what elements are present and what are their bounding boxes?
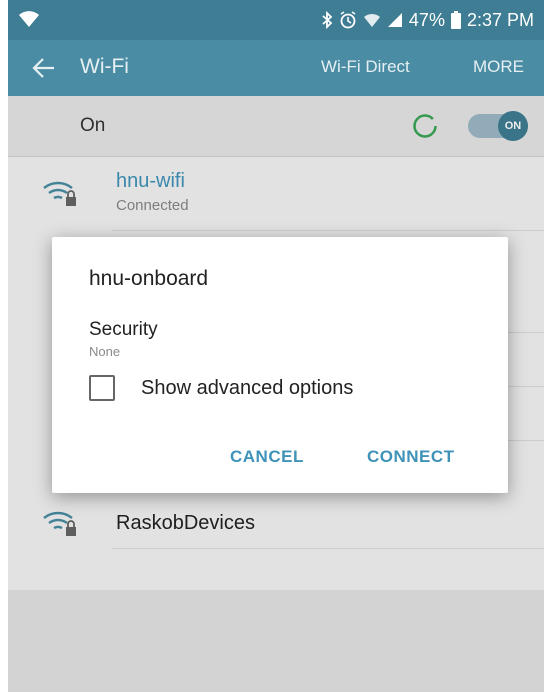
security-label: Security: [89, 319, 158, 340]
dialog-title: hnu-onboard: [89, 267, 209, 290]
more-button[interactable]: MORE: [473, 57, 524, 77]
alarm-icon: [339, 11, 357, 29]
advanced-options-checkbox[interactable]: [89, 375, 115, 401]
page-title: Wi-Fi: [80, 55, 129, 78]
cell-signal-icon: [387, 12, 403, 28]
wifi-direct-button[interactable]: Wi-Fi Direct: [321, 57, 410, 77]
cancel-button[interactable]: CANCEL: [230, 447, 304, 467]
battery-percent: 47%: [408, 9, 445, 30]
app-bar: Wi-Fi Wi-Fi Direct MORE: [8, 40, 544, 96]
advanced-options-label[interactable]: Show advanced options: [141, 377, 353, 400]
connect-dialog: hnu-onboard Security None Show advanced …: [52, 237, 508, 493]
battery-icon: [450, 11, 461, 29]
security-value: None: [89, 344, 121, 359]
bluetooth-icon: [321, 11, 333, 29]
wifi-signal-icon: [18, 9, 40, 34]
status-bar: 47% 2:37 PM: [8, 0, 544, 40]
clock: 2:37 PM: [466, 9, 534, 30]
back-arrow-icon[interactable]: [30, 54, 58, 82]
wifi-status-icon: [363, 12, 381, 28]
status-icons: 47% 2:37 PM: [321, 10, 534, 30]
connect-button[interactable]: CONNECT: [367, 447, 455, 467]
android-screen: 47% 2:37 PM Wi-Fi Wi-Fi Direct MORE On O…: [8, 0, 544, 692]
